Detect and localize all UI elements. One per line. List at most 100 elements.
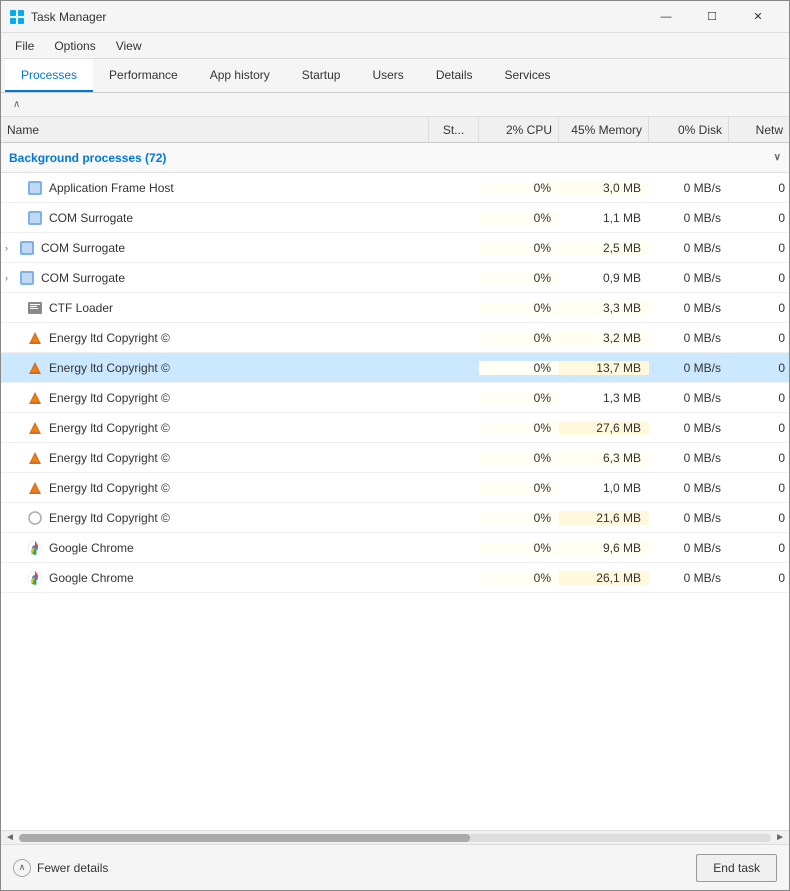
process-name: › COM Surrogate (1, 240, 429, 256)
menu-view[interactable]: View (106, 36, 152, 56)
process-name: Energy ltd Copyright © (1, 450, 429, 466)
tab-users[interactable]: Users (356, 59, 419, 92)
col-name[interactable]: Name (1, 117, 429, 142)
process-network: 0 (729, 301, 789, 315)
process-name: Energy ltd Copyright © (1, 420, 429, 436)
table-row[interactable]: Google Chrome 0% 26,1 MB 0 MB/s 0 (1, 563, 789, 593)
end-task-button[interactable]: End task (696, 854, 777, 882)
scroll-track[interactable] (19, 834, 771, 842)
process-memory: 1,0 MB (559, 481, 649, 495)
process-disk: 0 MB/s (649, 331, 729, 345)
process-network: 0 (729, 181, 789, 195)
process-cpu: 0% (479, 451, 559, 465)
process-disk: 0 MB/s (649, 571, 729, 585)
col-cpu[interactable]: 2% CPU (479, 117, 559, 142)
process-memory: 2,5 MB (559, 241, 649, 255)
titlebar: Task Manager — ☐ ✕ (1, 1, 789, 33)
footer: ∧ Fewer details End task (1, 844, 789, 890)
table-row[interactable]: COM Surrogate 0% 1,1 MB 0 MB/s 0 (1, 203, 789, 233)
process-label: Energy ltd Copyright © (49, 451, 170, 465)
sort-arrow[interactable]: ∧ (13, 99, 20, 110)
process-list: Application Frame Host 0% 3,0 MB 0 MB/s … (1, 173, 789, 593)
process-icon (27, 180, 43, 196)
tab-startup[interactable]: Startup (286, 59, 357, 92)
process-disk: 0 MB/s (649, 451, 729, 465)
fewer-details-icon: ∧ (13, 859, 31, 877)
process-icon (27, 210, 43, 226)
table-row[interactable]: Energy ltd Copyright © 0% 3,2 MB 0 MB/s … (1, 323, 789, 353)
minimize-button[interactable]: — (643, 1, 689, 33)
table-row[interactable]: Energy ltd Copyright © 0% 13,7 MB 0 MB/s… (1, 353, 789, 383)
tab-processes[interactable]: Processes (5, 59, 93, 92)
table-row[interactable]: Energy ltd Copyright © 0% 1,3 MB 0 MB/s … (1, 383, 789, 413)
tab-details[interactable]: Details (420, 59, 489, 92)
scroll-left-arrow[interactable]: ◄ (5, 832, 15, 843)
process-cpu: 0% (479, 271, 559, 285)
fewer-details-button[interactable]: ∧ Fewer details (13, 859, 108, 877)
table-row[interactable]: › COM Surrogate 0% 2,5 MB 0 MB/s 0 (1, 233, 789, 263)
process-name: Energy ltd Copyright © (1, 360, 429, 376)
table-header: Name St... 2% CPU 45% Memory 0% Disk Net… (1, 117, 789, 143)
process-cpu: 0% (479, 361, 559, 375)
close-button[interactable]: ✕ (735, 1, 781, 33)
table-row[interactable]: Energy ltd Copyright © 0% 6,3 MB 0 MB/s … (1, 443, 789, 473)
tab-performance[interactable]: Performance (93, 59, 194, 92)
col-disk[interactable]: 0% Disk (649, 117, 729, 142)
table-row[interactable]: Energy ltd Copyright © 0% 21,6 MB 0 MB/s… (1, 503, 789, 533)
process-label: Energy ltd Copyright © (49, 391, 170, 405)
tab-app-history[interactable]: App history (194, 59, 286, 92)
process-cpu: 0% (479, 181, 559, 195)
table-wrapper: Name St... 2% CPU 45% Memory 0% Disk Net… (1, 117, 789, 844)
process-label: Energy ltd Copyright © (49, 331, 170, 345)
section-background-processes[interactable]: Background processes (72) ∨ (1, 143, 789, 173)
process-cpu: 0% (479, 391, 559, 405)
process-label: Energy ltd Copyright © (49, 421, 170, 435)
process-memory: 9,6 MB (559, 541, 649, 555)
col-network[interactable]: Netw (729, 117, 789, 142)
window-title: Task Manager (31, 10, 643, 24)
process-memory: 3,0 MB (559, 181, 649, 195)
expand-arrow[interactable]: › (5, 243, 19, 253)
process-label: Google Chrome (49, 541, 134, 555)
expand-arrow[interactable]: › (5, 273, 19, 283)
process-memory: 26,1 MB (559, 571, 649, 585)
maximize-button[interactable]: ☐ (689, 1, 735, 33)
task-manager-window: Task Manager — ☐ ✕ File Options View Pro… (0, 0, 790, 891)
col-memory[interactable]: 45% Memory (559, 117, 649, 142)
horizontal-scrollbar[interactable]: ◄ ► (1, 830, 789, 844)
table-row[interactable]: Application Frame Host 0% 3,0 MB 0 MB/s … (1, 173, 789, 203)
process-icon (27, 570, 43, 586)
scroll-right-arrow[interactable]: ► (775, 832, 785, 843)
process-disk: 0 MB/s (649, 211, 729, 225)
tab-services[interactable]: Services (489, 59, 567, 92)
menu-options[interactable]: Options (44, 36, 105, 56)
table-row[interactable]: Energy ltd Copyright © 0% 27,6 MB 0 MB/s… (1, 413, 789, 443)
process-icon (27, 300, 43, 316)
menu-file[interactable]: File (5, 36, 44, 56)
section-label: Background processes (72) (9, 151, 166, 165)
process-disk: 0 MB/s (649, 361, 729, 375)
process-cpu: 0% (479, 541, 559, 555)
process-disk: 0 MB/s (649, 391, 729, 405)
process-label: COM Surrogate (49, 211, 133, 225)
section-collapse-arrow[interactable]: ∨ (774, 152, 781, 163)
process-cpu: 0% (479, 421, 559, 435)
process-label: CTF Loader (49, 301, 113, 315)
table-row[interactable]: Google Chrome 0% 9,6 MB 0 MB/s 0 (1, 533, 789, 563)
process-name: Energy ltd Copyright © (1, 330, 429, 346)
col-status[interactable]: St... (429, 117, 479, 142)
table-row[interactable]: › COM Surrogate 0% 0,9 MB 0 MB/s 0 (1, 263, 789, 293)
scroll-thumb[interactable] (19, 834, 470, 842)
process-icon (19, 240, 35, 256)
process-memory: 27,6 MB (559, 421, 649, 435)
process-network: 0 (729, 361, 789, 375)
process-icon (27, 540, 43, 556)
process-name: Google Chrome (1, 540, 429, 556)
process-disk: 0 MB/s (649, 271, 729, 285)
table-row[interactable]: Energy ltd Copyright © 0% 1,0 MB 0 MB/s … (1, 473, 789, 503)
tabs-bar: Processes Performance App history Startu… (1, 59, 789, 93)
process-memory: 1,3 MB (559, 391, 649, 405)
table-body: Background processes (72) ∨ Application … (1, 143, 789, 830)
table-row[interactable]: CTF Loader 0% 3,3 MB 0 MB/s 0 (1, 293, 789, 323)
process-icon (27, 480, 43, 496)
